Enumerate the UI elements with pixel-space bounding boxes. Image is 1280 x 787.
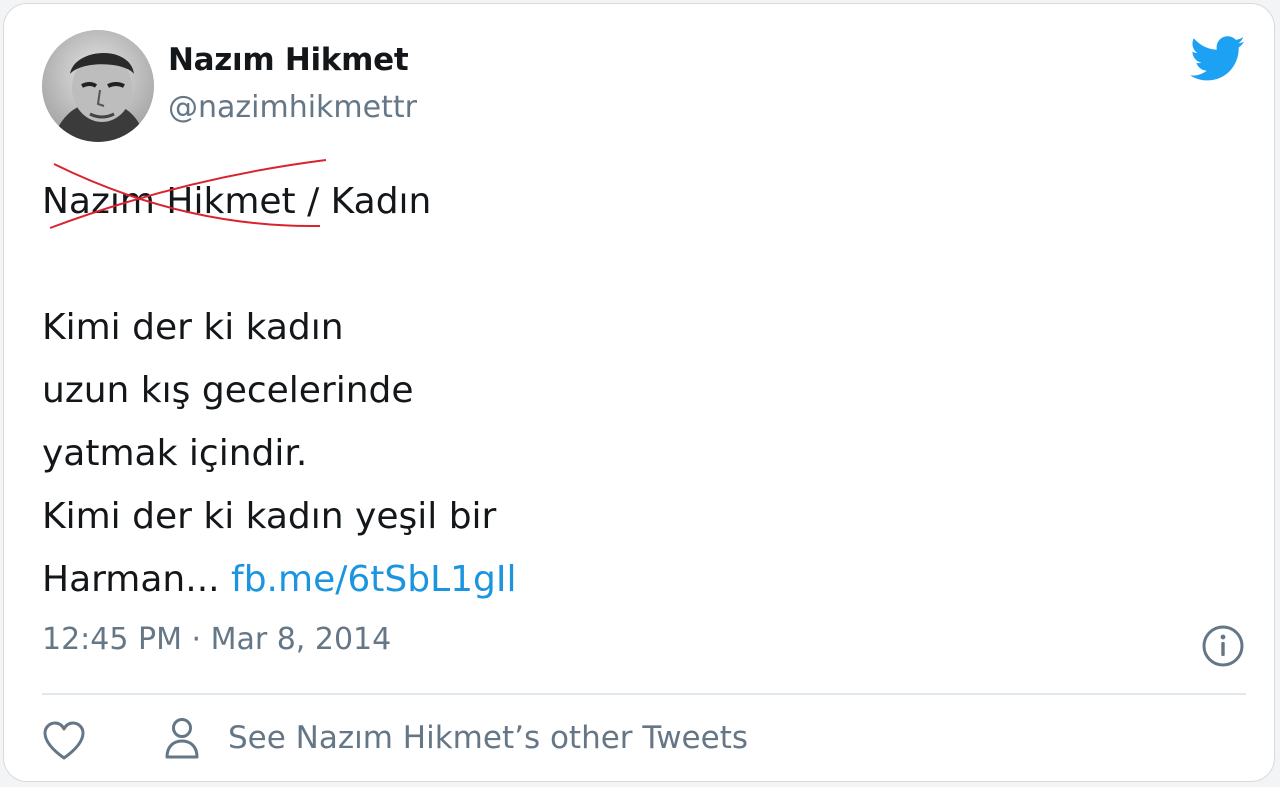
divider — [42, 693, 1246, 695]
twitter-bird-icon[interactable] — [1190, 36, 1246, 82]
poem-line: yatmak içindir. — [42, 433, 308, 474]
title-rest-text: / Kadın — [295, 181, 432, 222]
poem-truncated-text: Harman... — [42, 559, 232, 600]
person-icon — [165, 718, 199, 759]
poem-last-line: Harman... fb.me/6tSbL1gIl — [42, 548, 517, 611]
struck-title: Nazım Hikmet — [42, 159, 327, 233]
see-other-tweets-button[interactable]: See Nazım Hikmet’s other Tweets — [164, 716, 748, 760]
see-other-tweets-label: See Nazım Hikmet’s other Tweets — [228, 720, 749, 756]
tweet-card: Nazım Hikmet @nazimhikmettr Nazım Hikmet… — [3, 3, 1275, 782]
author-handle[interactable]: @nazimhikmettr — [168, 90, 417, 125]
tweet-link[interactable]: fb.me/6tSbL1gIl — [231, 559, 516, 600]
poem-line: Kimi der ki kadın — [42, 307, 344, 348]
author-name[interactable]: Nazım Hikmet — [168, 42, 409, 78]
avatar[interactable] — [42, 30, 154, 142]
avatar-photo — [42, 30, 154, 142]
tweet-timestamp[interactable]: 12:45 PM · Mar 8, 2014 — [42, 622, 391, 657]
tweet-title-line: Nazım Hikmet / Kadın — [42, 159, 517, 233]
heart-icon[interactable] — [42, 720, 86, 762]
info-icon[interactable] — [1201, 624, 1245, 668]
poem-line: uzun kış gecelerinde — [42, 370, 414, 411]
tweet-text: Nazım Hikmet / Kadın Kimi der ki kadın u… — [42, 159, 517, 611]
struck-author-text: Nazım Hikmet — [42, 181, 296, 222]
poem-line: Kimi der ki kadın yeşil bir — [42, 496, 497, 537]
